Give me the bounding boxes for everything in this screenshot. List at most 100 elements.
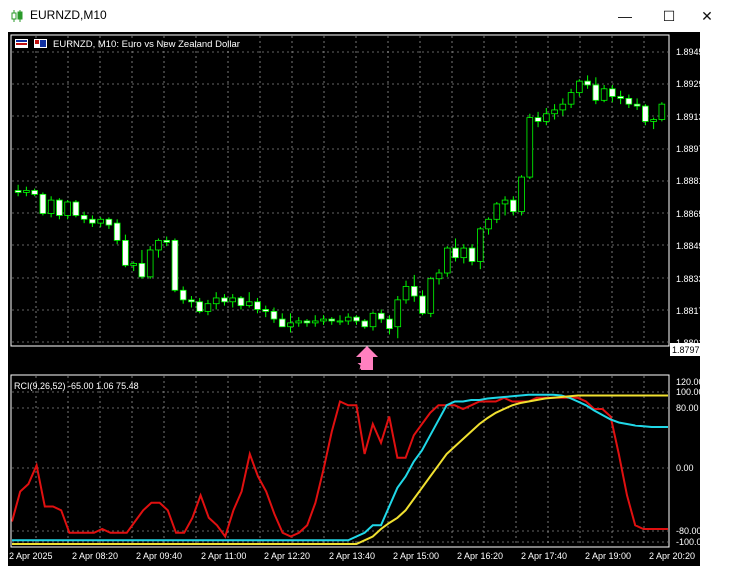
candle-body <box>229 297 236 303</box>
candle <box>344 313 352 325</box>
candle <box>444 246 451 277</box>
candle <box>427 276 435 318</box>
rci-tick: 0.00 <box>676 463 694 473</box>
candle-body <box>419 295 426 314</box>
price-tick: 1.88970 <box>676 144 700 154</box>
candle-body <box>477 228 484 262</box>
candle-body <box>320 318 327 322</box>
candle-body <box>80 215 88 220</box>
candle-body <box>543 113 550 122</box>
candle <box>179 286 187 304</box>
rci-axis: 120.00 100.00 80.00 0.00 -80.00 -100.00 <box>676 377 707 547</box>
price-axis: 1.89450 1.89290 1.89130 1.88970 1.88810 … <box>670 47 709 356</box>
rci-tick: 100.00 <box>676 387 700 397</box>
candle-body <box>47 199 55 214</box>
candle-body <box>526 117 534 178</box>
candle <box>113 219 121 245</box>
maximize-button[interactable]: ☐ <box>655 4 683 28</box>
candle-body <box>254 301 261 310</box>
rci-series-line <box>12 394 668 545</box>
candle <box>97 217 104 227</box>
candle <box>287 313 294 333</box>
candle-body <box>468 247 476 262</box>
candle <box>262 305 270 318</box>
candle-body <box>188 299 195 303</box>
candle-body <box>435 272 443 280</box>
candle-body <box>551 109 558 115</box>
time-label: 2 Apr 16:20 <box>457 551 503 561</box>
candle-body <box>196 301 203 312</box>
candle <box>609 84 616 103</box>
candles <box>14 75 666 339</box>
candle-body <box>625 98 633 105</box>
candle-body <box>493 203 501 220</box>
minimize-button[interactable]: — <box>611 4 639 28</box>
rci-tick: -100.00 <box>676 537 700 547</box>
candle <box>146 246 154 279</box>
candle-body <box>31 190 38 195</box>
candle-body <box>427 278 435 314</box>
candle <box>237 296 245 310</box>
candle <box>245 292 253 308</box>
candle <box>419 290 426 316</box>
candle-body <box>163 239 170 243</box>
candle <box>138 249 146 279</box>
price-tick: 1.89450 <box>676 47 700 57</box>
time-label: 2 Apr 17:40 <box>521 551 567 561</box>
time-label: 2 Apr 08:20 <box>72 551 118 561</box>
candle <box>617 90 624 105</box>
candle <box>171 238 179 293</box>
candle-body <box>377 312 385 320</box>
candle <box>311 315 319 327</box>
price-tick: 1.88810 <box>676 176 700 186</box>
close-button[interactable]: ✕ <box>693 4 721 28</box>
candle-body <box>650 119 657 122</box>
candle-body <box>386 318 393 330</box>
candle <box>386 315 393 335</box>
candle <box>468 244 476 266</box>
candle <box>534 111 542 128</box>
price-pane-frame <box>10 34 670 347</box>
candle-body <box>567 92 575 105</box>
candle <box>23 186 30 197</box>
candle <box>559 98 567 116</box>
candle-body <box>658 103 666 120</box>
candle-body <box>410 286 418 297</box>
price-tick: 1.89130 <box>676 112 700 122</box>
candle-body <box>23 190 30 193</box>
status-strip <box>0 566 733 576</box>
candle-body <box>179 289 187 301</box>
candle <box>361 319 369 329</box>
candlestick-app-icon <box>11 10 23 22</box>
time-axis: 2 Apr 2025 2 Apr 08:20 2 Apr 09:40 2 Apr… <box>9 551 695 561</box>
rci-indicator-label: RCI(9,26,52) -65.00 1.06 75.48 <box>14 381 139 391</box>
candle <box>31 188 38 197</box>
candle <box>130 261 137 272</box>
candle-body <box>617 96 624 99</box>
candle-body <box>221 297 228 303</box>
candle <box>493 202 501 224</box>
candle <box>80 211 88 224</box>
chart-canvas[interactable]: EURNZD, M10: Euro vs New Zealand Dollar … <box>8 32 709 566</box>
chart-area[interactable]: EURNZD, M10: Euro vs New Zealand Dollar … <box>8 32 709 566</box>
candle-body <box>510 199 517 213</box>
candle <box>402 280 410 304</box>
candle <box>485 217 492 235</box>
candle-body <box>287 322 294 328</box>
candle-body <box>584 80 591 86</box>
candle <box>56 198 63 220</box>
price-tick: 1.88490 <box>676 241 700 251</box>
candle <box>410 274 418 302</box>
candle-body <box>444 247 451 274</box>
candle <box>510 196 517 216</box>
candle-body <box>89 218 96 224</box>
rci-series-line <box>12 393 668 542</box>
grid <box>12 36 668 546</box>
price-tick: 1.88170 <box>676 306 700 316</box>
buy-arrow-icon <box>356 346 378 370</box>
candle <box>353 315 360 325</box>
candle-body <box>600 88 608 101</box>
candle <box>270 307 278 323</box>
candle-body <box>485 218 492 230</box>
candle-body <box>642 105 649 122</box>
